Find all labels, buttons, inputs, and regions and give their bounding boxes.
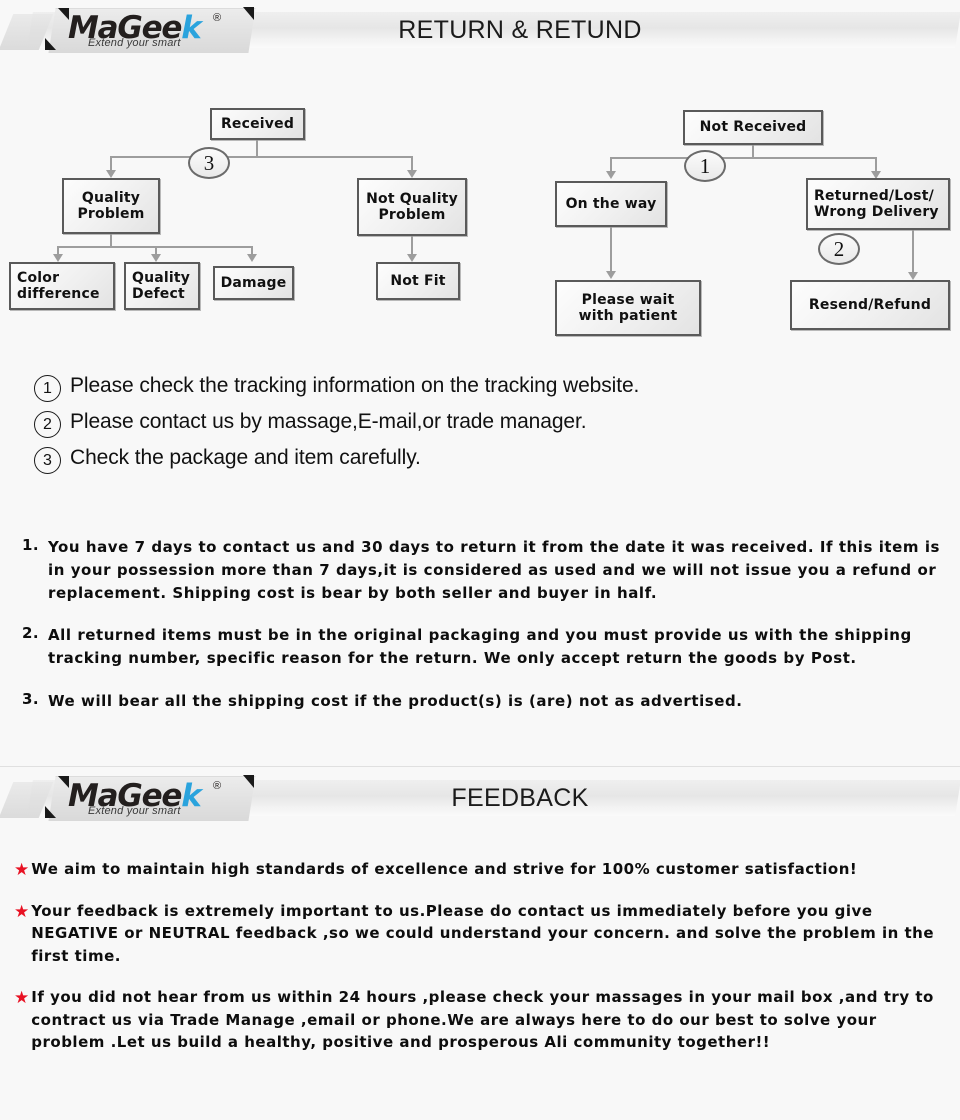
marker-1-badge: 1 — [684, 150, 726, 182]
policy-number-2: 2. — [22, 624, 40, 643]
return-banner: MaGeek ® Extend your smart RETURN & RETU… — [0, 6, 960, 53]
step-list: 1 Please check the tracking information … — [34, 372, 934, 480]
logo-triangle-bottom-left-icon — [45, 38, 56, 50]
connector-nqp-down — [411, 236, 413, 256]
arrow-to-resend-refund-icon — [908, 272, 918, 280]
feedback-item-1: ★ We aim to maintain high standards of e… — [14, 858, 948, 881]
step-text-3: Check the package and item carefully. — [70, 446, 421, 469]
connector-received-horizontal — [110, 156, 412, 158]
connector-not-received-horizontal — [610, 157, 876, 159]
node-quality-defect-label: Quality Defect — [132, 269, 191, 302]
policy-item-2: 2. All returned items must be in the ori… — [22, 624, 942, 670]
step-text-1: Please check the tracking information on… — [70, 374, 640, 397]
registered-mark: ® — [213, 12, 222, 24]
node-damage: Damage — [213, 266, 294, 300]
feedback-registered-mark: ® — [213, 780, 222, 792]
feedback-text-3: If you did not hear from us within 24 ho… — [31, 988, 934, 1051]
connector-returned-lost-down — [912, 230, 914, 274]
feedback-item-3: ★ If you did not hear from us within 24 … — [14, 986, 948, 1054]
node-received: Received — [210, 108, 305, 140]
step-item-1: 1 Please check the tracking information … — [34, 372, 934, 402]
policy-item-3: 3. We will bear all the shipping cost if… — [22, 690, 942, 713]
node-please-wait: Please wait with patient — [555, 280, 701, 336]
node-please-wait-label: Please wait with patient — [578, 291, 678, 324]
node-resend-refund: Resend/Refund — [790, 280, 950, 330]
return-flowchart: Received 3 Quality Problem Not Quality Pro… — [0, 90, 960, 350]
connector-received-down — [256, 140, 258, 156]
feedback-text-1: We aim to maintain high standards of exc… — [31, 860, 858, 878]
feedback-brand-name-k: k — [181, 778, 202, 814]
arrow-to-quality-defect-icon — [151, 254, 161, 262]
connector-not-received-down — [752, 145, 754, 157]
policy-item-1: 1. You have 7 days to contact us and 30 … — [22, 536, 942, 604]
star-icon: ★ — [14, 860, 30, 880]
arrow-to-quality-problem-icon — [106, 170, 116, 178]
step-text-2: Please contact us by massage,E-mail,or t… — [70, 410, 587, 433]
arrow-to-damage-icon — [247, 254, 257, 262]
step-number-3: 3 — [34, 447, 61, 474]
feedback-logo-triangle-top-right-icon — [243, 775, 254, 788]
policy-text-3: We will bear all the shipping cost if th… — [48, 691, 743, 710]
feedback-logo-triangle-bottom-left-icon — [45, 806, 56, 818]
node-not-quality-problem: Not Quality Problem — [357, 178, 467, 236]
connector-on-the-way-down — [610, 227, 612, 273]
node-on-the-way: On the way — [555, 181, 667, 227]
star-icon: ★ — [14, 901, 30, 922]
policy-list: 1. You have 7 days to contact us and 30 … — [22, 536, 942, 733]
node-color-difference: Color difference — [9, 262, 115, 310]
arrow-to-color-difference-icon — [53, 254, 63, 262]
node-quality-defect: Quality Defect — [124, 262, 200, 310]
step-item-3: 3 Check the package and item carefully. — [34, 444, 934, 474]
feedback-list: ★ We aim to maintain high standards of e… — [14, 858, 948, 1073]
marker-3-badge: 3 — [188, 147, 230, 179]
logo-triangle-top-right-icon — [243, 7, 254, 20]
feedback-text-2: Your feedback is extremely important to … — [31, 901, 935, 965]
node-returned-lost-label: Returned/Lost/Wrong Delivery — [814, 187, 939, 220]
node-not-fit: Not Fit — [376, 262, 460, 300]
step-item-2: 2 Please contact us by massage,E-mail,or… — [34, 408, 934, 438]
marker-2-badge: 2 — [818, 233, 860, 265]
policy-number-3: 3. — [22, 689, 40, 708]
step-number-1: 1 — [34, 375, 61, 402]
feedback-item-2: ★ Your feedback is extremely important t… — [14, 900, 948, 968]
page-title-return: RETURN & RETUND — [398, 16, 642, 44]
node-quality-problem-label: Quality Problem — [77, 189, 145, 222]
feedback-brand-tagline: Extend your smart — [88, 805, 181, 817]
policy-text-1: You have 7 days to contact us and 30 day… — [48, 538, 940, 602]
policy-text-2: All returned items must be in the origin… — [48, 626, 912, 668]
arrow-to-on-the-way-icon — [606, 171, 616, 179]
arrow-to-not-fit-icon — [407, 254, 417, 262]
step-number-2: 2 — [34, 411, 61, 438]
section-divider — [0, 766, 960, 767]
arrow-to-please-wait-icon — [606, 271, 616, 279]
node-not-received: Not Received — [683, 110, 823, 145]
return-policy-page: MaGeek ® Extend your smart RETURN & RETU… — [0, 0, 960, 1120]
node-quality-problem: Quality Problem — [62, 178, 160, 234]
brand-name-k: k — [181, 10, 202, 46]
arrow-to-not-quality-problem-icon — [407, 170, 417, 178]
page-title-feedback: FEEDBACK — [451, 784, 589, 812]
star-icon: ★ — [14, 988, 30, 1008]
node-not-quality-problem-label: Not Quality Problem — [366, 190, 458, 223]
feedback-banner: MaGeek ® Extend your smart FEEDBACK — [0, 774, 960, 821]
connector-qp-down — [110, 234, 112, 246]
node-returned-lost-wrong-delivery: Returned/Lost/Wrong Delivery — [806, 178, 950, 230]
policy-number-1: 1. — [22, 536, 40, 554]
brand-tagline: Extend your smart — [88, 37, 181, 49]
node-color-difference-label: Color difference — [17, 269, 100, 302]
